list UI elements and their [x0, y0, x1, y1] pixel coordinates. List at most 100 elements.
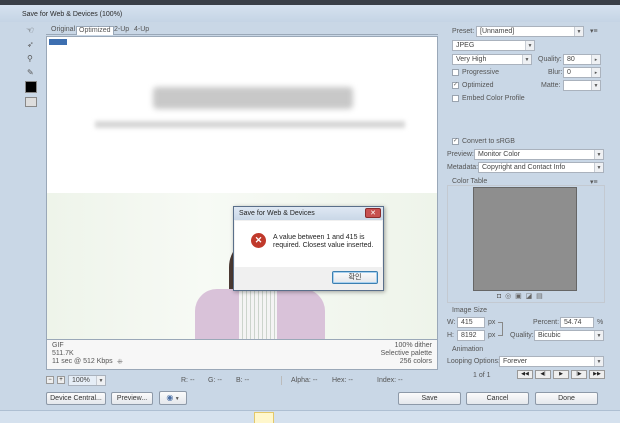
progressive-label: Progressive	[462, 69, 499, 76]
dialog-ok-button[interactable]: 확인	[332, 271, 378, 284]
eyedropper-tool-icon[interactable]: ✎	[27, 68, 34, 77]
color-table-grid[interactable]	[473, 187, 577, 291]
error-dialog: Save for Web & Devices ✕ ✕ A value betwe…	[233, 206, 384, 291]
readout-alpha: Alpha: --	[291, 377, 318, 384]
tab-4-up[interactable]: 4-Up	[132, 26, 151, 34]
blur-input[interactable]: 0 ▸	[563, 67, 601, 78]
new-color-icon[interactable]: ◪	[526, 293, 533, 300]
preset-select[interactable]: [Unnamed] ▼	[476, 26, 584, 37]
dialog-titlebar: Save for Web & Devices ✕	[234, 207, 383, 220]
animation-controls: ◀◀ ◀| ▶ |▶ ▶▶	[517, 370, 605, 380]
connection-menu-icon[interactable]: ⁜	[117, 358, 123, 366]
blur-label: Blur:	[548, 69, 563, 76]
image-size-heading: Image Size	[452, 307, 488, 314]
looping-select[interactable]: Forever ▼	[499, 356, 604, 367]
resample-quality-label: Quality:	[510, 332, 534, 339]
chevron-right-icon: ▸	[591, 55, 600, 64]
preview-button[interactable]: Preview...	[111, 392, 153, 405]
preset-menu-icon[interactable]: ▾≡	[590, 27, 598, 35]
map-color-icon[interactable]: ◘	[497, 293, 501, 300]
taskbar-app-icon[interactable]	[254, 412, 274, 423]
color-table-actions: ◘ ◎ ▣ ◪ ▤	[497, 292, 577, 301]
metadata-select[interactable]: Copyright and Contact Info ▼	[478, 162, 604, 173]
chevron-down-icon: ▼	[594, 163, 603, 172]
device-central-button[interactable]: Device Central...	[46, 392, 106, 405]
save-button[interactable]: Save	[398, 392, 461, 405]
tab-optimized[interactable]: Optimized	[76, 26, 114, 35]
height-input[interactable]: 8192	[457, 330, 485, 341]
eyedropper-color-swatch-icon[interactable]	[25, 81, 37, 93]
hand-tool-icon[interactable]: ☜	[26, 25, 34, 36]
toggle-slices-icon[interactable]	[25, 97, 37, 107]
chevron-down-icon: ▼	[594, 150, 603, 159]
embed-profile-label: Embed Color Profile	[462, 95, 525, 102]
status-divider	[281, 376, 282, 385]
readout-g: G: --	[208, 377, 222, 384]
width-label: W:	[447, 319, 456, 326]
info-colors: 256 colors	[399, 358, 432, 365]
resample-quality-select[interactable]: Bicubic ▼	[534, 330, 604, 341]
dialog-title: Save for Web & Devices	[239, 210, 315, 217]
browser-select-button[interactable]: ◉ ▼	[159, 391, 187, 405]
zoom-in-button[interactable]: +	[57, 376, 65, 384]
dialog-body: ✕ A value between 1 and 415 is required.…	[235, 221, 382, 267]
preview-canvas[interactable]	[46, 36, 438, 340]
shift-web-icon[interactable]: ◎	[505, 293, 511, 300]
optimized-checkbox[interactable]: ✓	[452, 82, 459, 89]
matte-select[interactable]: ▼	[563, 80, 601, 91]
chevron-down-icon: ▼	[522, 55, 531, 64]
lock-color-icon[interactable]: ▣	[515, 293, 522, 300]
taskbar-strip	[0, 410, 620, 423]
preview-select[interactable]: Monitor Color ▼	[474, 149, 604, 160]
constrain-link-icon[interactable]	[498, 322, 503, 336]
preview-label: Preview:	[447, 151, 474, 158]
readout-hex: Hex: --	[332, 377, 353, 384]
done-button[interactable]: Done	[535, 392, 598, 405]
dialog-message-line2: required. Closest value inserted.	[273, 242, 374, 249]
view-tabs: Original Optimized 2-Up 4-Up	[46, 25, 438, 35]
slice-select-tool-icon[interactable]: ➶	[27, 40, 34, 49]
photo-blouse	[239, 291, 277, 339]
zoom-level-select[interactable]: 100% ▼	[68, 375, 106, 386]
height-label: H:	[447, 332, 454, 339]
chevron-right-icon: ▸	[591, 68, 600, 77]
previous-frame-button[interactable]: ◀|	[535, 370, 551, 379]
first-frame-button[interactable]: ◀◀	[517, 370, 533, 379]
next-frame-button[interactable]: |▶	[571, 370, 587, 379]
readout-r: R: --	[181, 377, 195, 384]
convert-srgb-label: Convert to sRGB	[462, 138, 515, 145]
percent-input[interactable]: 54.74	[560, 317, 594, 328]
optimization-info: GIF 511.7K 11 sec @ 512 Kbps ⁜ 100% dith…	[46, 340, 438, 370]
blurred-subtext	[95, 121, 405, 128]
tab-2-up[interactable]: 2-Up	[112, 26, 131, 34]
slice-badge	[49, 39, 67, 45]
quality-input[interactable]: 80 ▸	[563, 54, 601, 65]
quality-level-select[interactable]: Very High ▼	[452, 54, 532, 65]
desktop-strip	[0, 0, 620, 5]
progressive-checkbox[interactable]	[452, 69, 459, 76]
dialog-close-button[interactable]: ✕	[365, 208, 381, 218]
blurred-heading	[153, 87, 353, 109]
width-input[interactable]: 415	[457, 317, 485, 328]
play-button[interactable]: ▶	[553, 370, 569, 379]
zoom-out-button[interactable]: −	[46, 376, 54, 384]
chevron-down-icon: ▼	[525, 41, 534, 50]
convert-srgb-checkbox[interactable]: ✓	[452, 138, 459, 145]
last-frame-button[interactable]: ▶▶	[589, 370, 605, 379]
optimized-label: Optimized	[462, 82, 494, 89]
cancel-button[interactable]: Cancel	[466, 392, 529, 405]
status-bar: − + 100% ▼ R: -- G: -- B: -- Alpha: -- He…	[46, 375, 438, 387]
preset-label: Preset:	[452, 28, 475, 35]
embed-profile-checkbox[interactable]	[452, 95, 459, 102]
info-dither: 100% dither	[394, 342, 432, 349]
window-title: Save for Web & Devices (100%)	[22, 11, 123, 18]
tab-original[interactable]: Original	[49, 26, 77, 34]
chevron-down-icon: ▼	[173, 396, 180, 402]
readout-b: B: --	[236, 377, 250, 384]
info-time: 11 sec @ 512 Kbps	[52, 358, 113, 365]
format-select[interactable]: JPEG ▼	[452, 40, 535, 51]
delete-color-icon[interactable]: ▤	[536, 293, 543, 300]
zoom-tool-icon[interactable]: ⚲	[27, 54, 33, 63]
percent-unit: %	[597, 319, 604, 326]
info-size: 511.7K	[52, 350, 74, 357]
